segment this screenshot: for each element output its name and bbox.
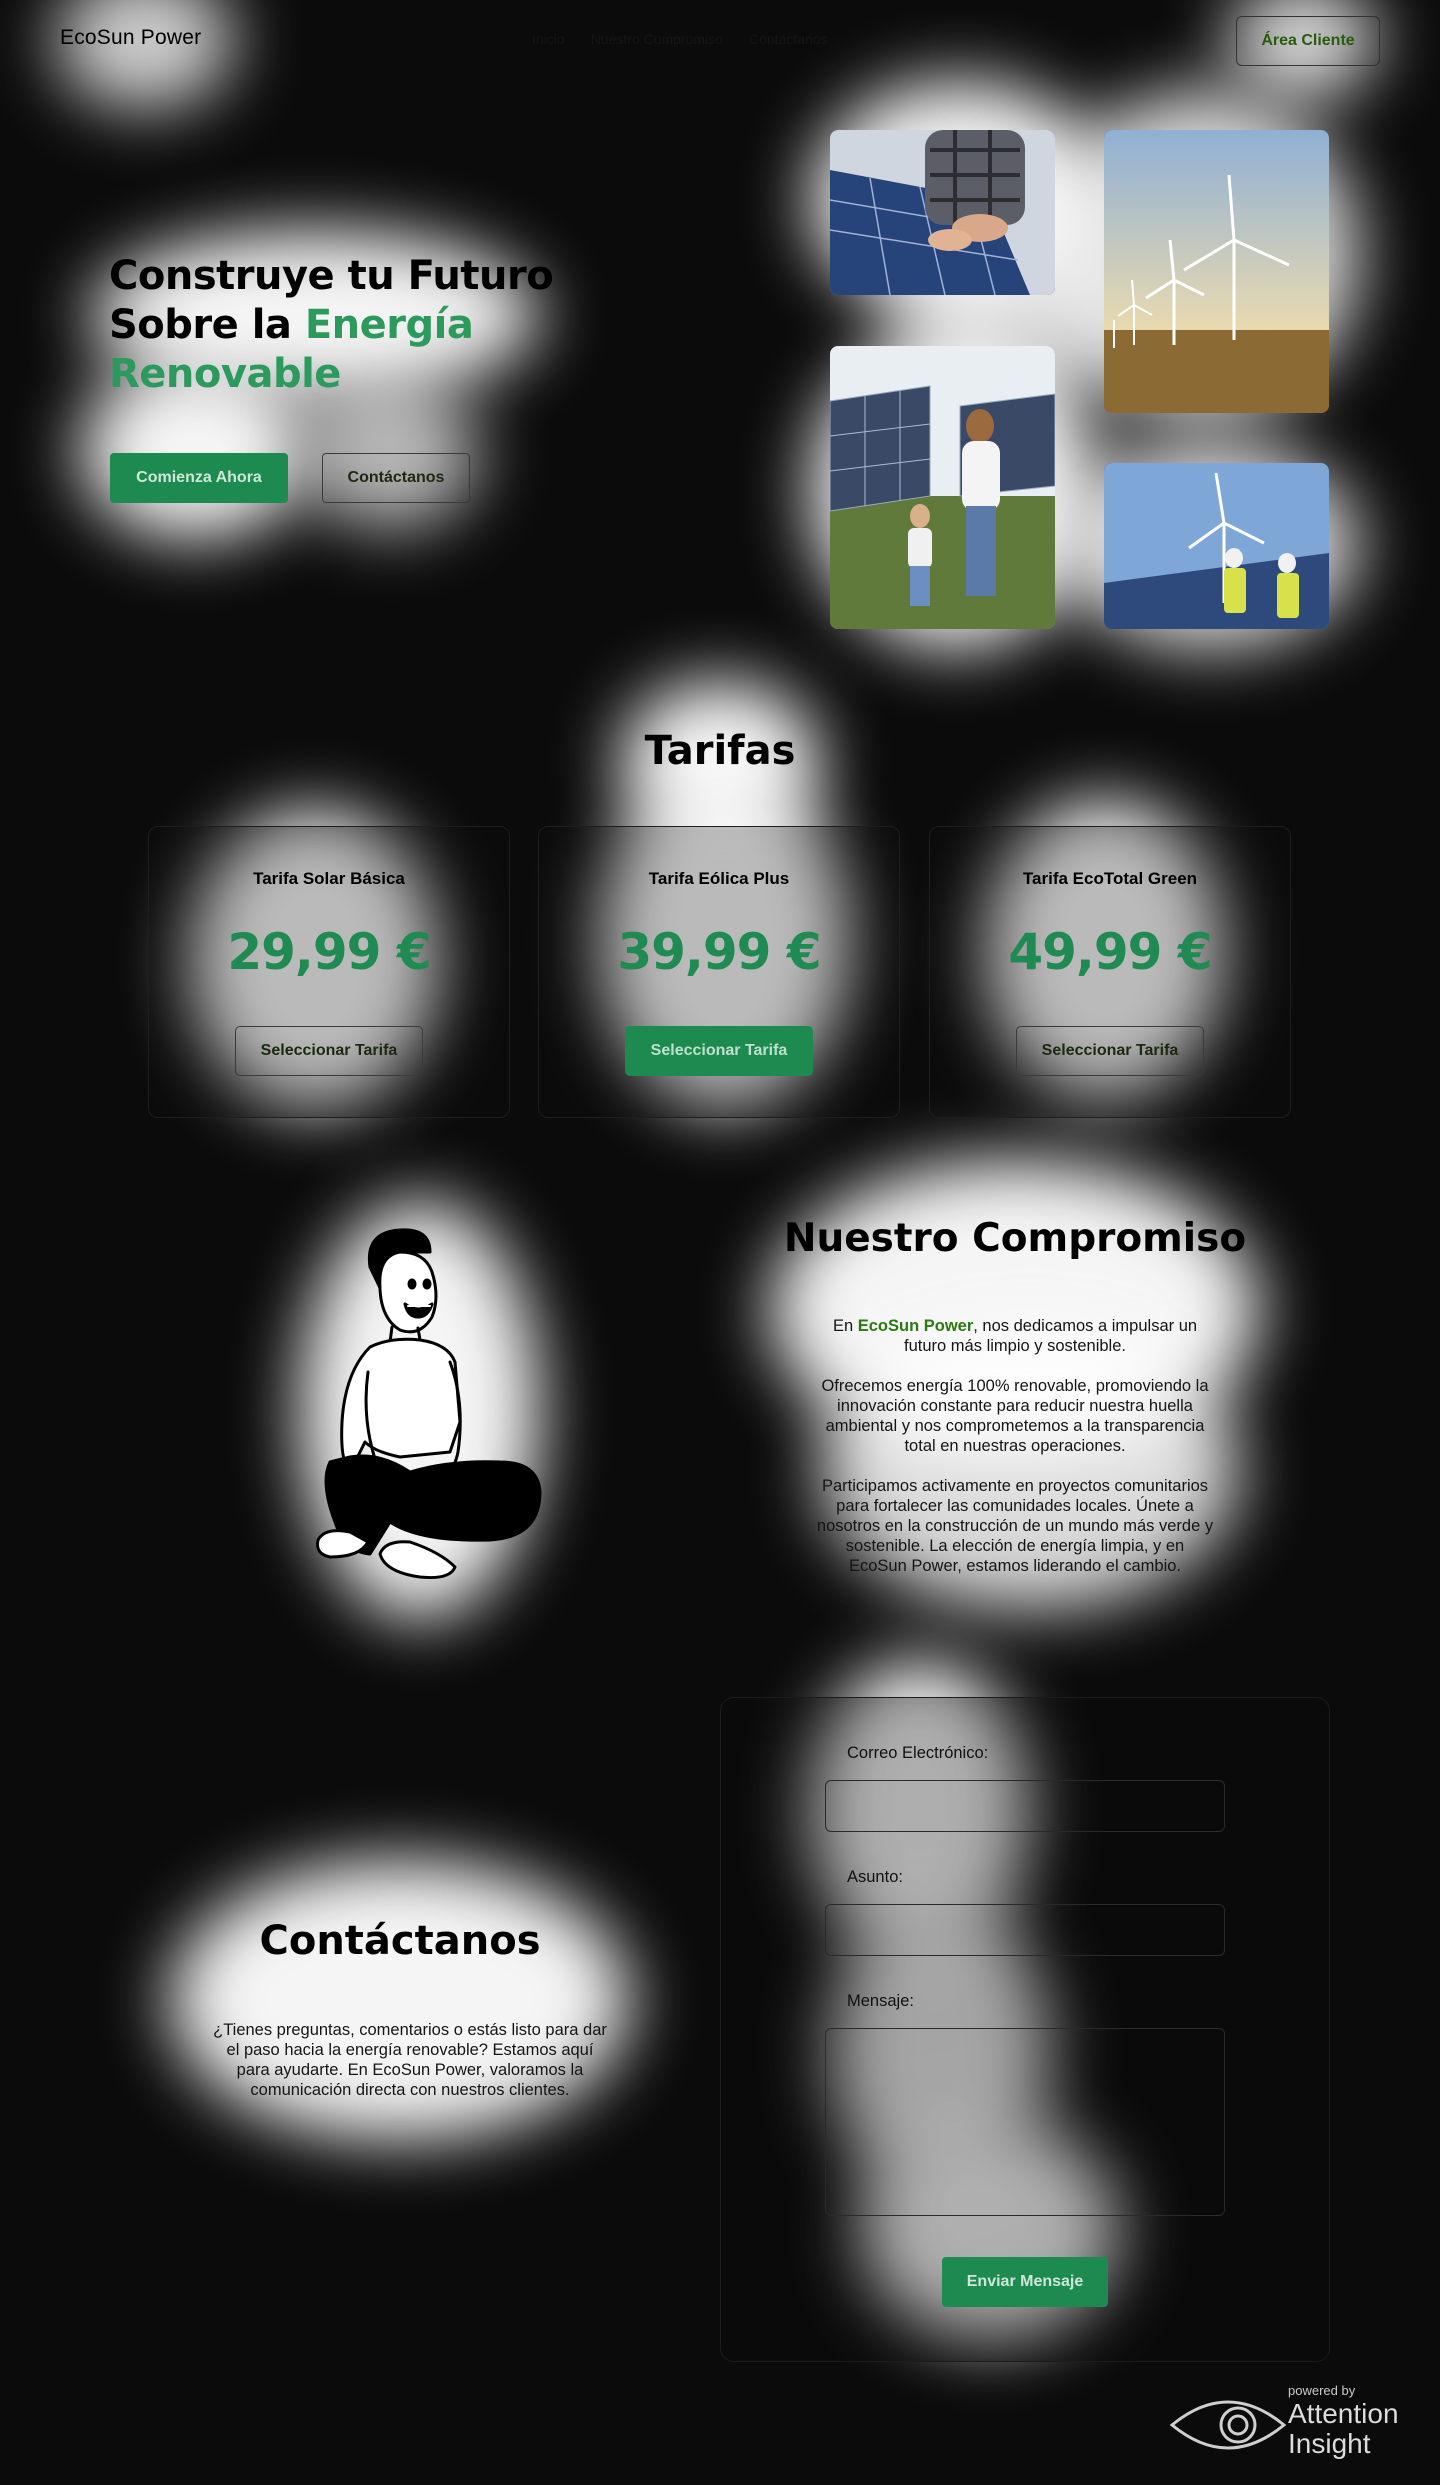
attention-word: Attention [1288, 2398, 1399, 2429]
insight-word: Insight [1288, 2428, 1371, 2459]
email-field[interactable] [825, 1780, 1225, 1832]
select-tariff-button[interactable]: Seleccionar Tarifa [235, 1026, 423, 1076]
family-solar-field-photo [830, 346, 1055, 629]
brand-logo[interactable]: EcoSun Power [60, 26, 201, 50]
tariff-price: 39,99 € [617, 923, 821, 981]
subject-field[interactable] [825, 1904, 1225, 1956]
tariff-card-eolica: Tarifa Eólica Plus 39,99 € Seleccionar T… [538, 826, 900, 1118]
hero-contact-button[interactable]: Contáctanos [322, 453, 470, 503]
send-message-button[interactable]: Enviar Mensaje [942, 2257, 1108, 2307]
compromiso-intro: En EcoSun Power, nos dedicamos a impulsa… [815, 1316, 1215, 1356]
compromiso-brand: EcoSun Power [857, 1317, 974, 1335]
select-tariff-button[interactable]: Seleccionar Tarifa [625, 1026, 813, 1076]
contact-description: ¿Tienes preguntas, comentarios o estás l… [213, 2021, 607, 2099]
hero-title-accent-2: Renovable [109, 351, 341, 397]
eye-icon [1169, 2400, 1287, 2450]
engineers-wind-turbine-photo [1104, 463, 1329, 629]
tariff-card-ecototal: Tarifa EcoTotal Green 49,99 € Selecciona… [929, 826, 1291, 1118]
start-now-button[interactable]: Comienza Ahora [110, 453, 288, 503]
contact-title: Contáctanos [259, 1918, 541, 1964]
select-tariff-button[interactable]: Seleccionar Tarifa [1016, 1026, 1204, 1076]
tariff-price: 49,99 € [1008, 923, 1212, 981]
hero-title: Construye tu Futuro Sobre la Energía Ren… [109, 252, 629, 399]
main-nav: Inicio Nuestro Compromiso Contáctanos [532, 31, 828, 47]
tarifas-title: Tarifas [644, 728, 796, 774]
message-label: Mensaje: [847, 1992, 914, 2010]
message-textarea[interactable] [825, 2028, 1225, 2216]
nav-link-contacto[interactable]: Contáctanos [749, 31, 828, 47]
tariff-price: 29,99 € [227, 923, 431, 981]
compromiso-paragraph-3: Participamos activamente en proyectos co… [816, 1477, 1214, 1575]
compromiso-paragraph-2: Ofrecemos energía 100% renovable, promov… [821, 1377, 1209, 1455]
powered-by-text: powered by [1288, 2383, 1356, 2398]
attention-insight-logo: powered by Attention Insight [1168, 2383, 1418, 2463]
tariff-name: Tarifa Eólica Plus [648, 869, 790, 888]
compromiso-title: Nuestro Compromiso [783, 1216, 1247, 1261]
hero-title-accent-1: Energía [304, 302, 474, 348]
client-area-button[interactable]: Área Cliente [1236, 16, 1380, 66]
nav-link-compromiso[interactable]: Nuestro Compromiso [591, 31, 723, 47]
compromiso-intro-prefix: En [832, 1317, 858, 1335]
nav-link-inicio[interactable]: Inicio [532, 31, 565, 47]
person-sitting-illustration [290, 1222, 550, 1592]
solar-panel-hands-photo [830, 130, 1055, 295]
subject-label: Asunto: [847, 1868, 903, 1886]
tariff-name: Tarifa Solar Básica [253, 869, 405, 888]
tariff-name: Tarifa EcoTotal Green [1022, 869, 1198, 888]
email-label: Correo Electrónico: [847, 1744, 989, 1762]
wind-turbines-photo [1104, 130, 1329, 413]
hero-title-line2: Sobre la [109, 302, 305, 348]
tariff-card-solar: Tarifa Solar Básica 29,99 € Seleccionar … [148, 826, 510, 1118]
hero-title-line1: Construye tu Futuro [109, 253, 554, 299]
